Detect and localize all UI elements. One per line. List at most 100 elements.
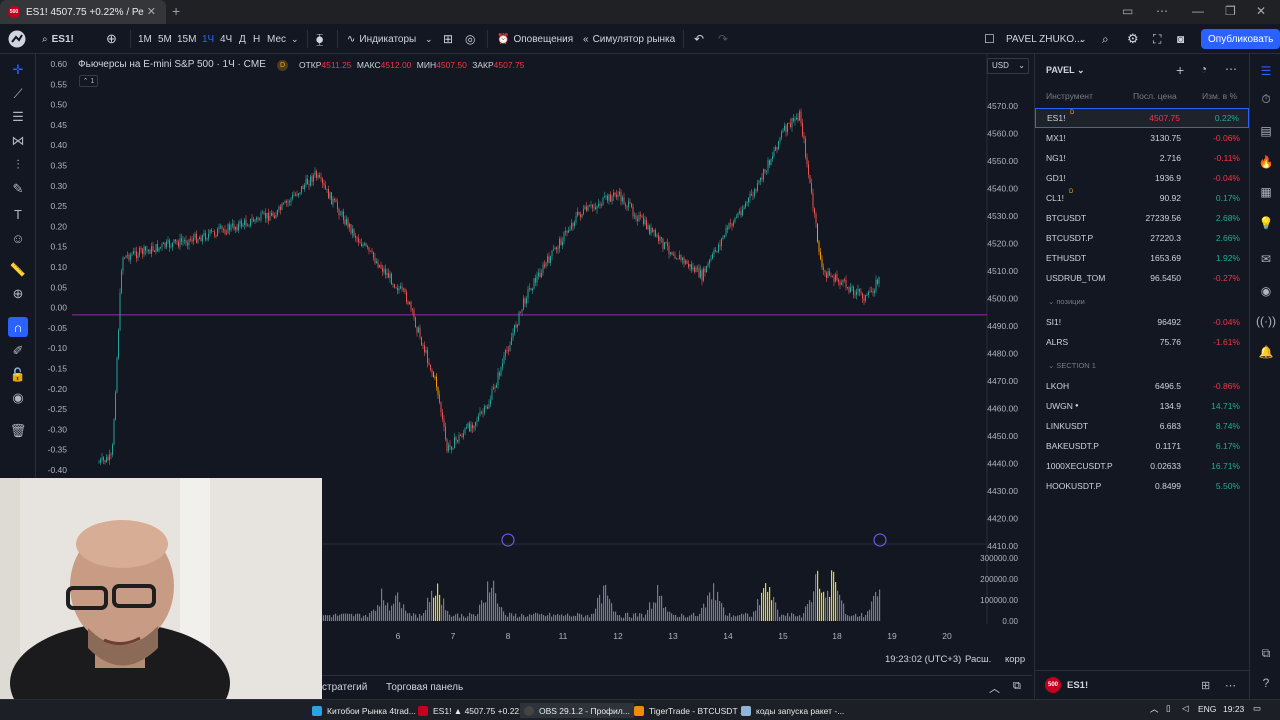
watchlist-row[interactable]: NG1! 2.716 -0.11%: [1035, 148, 1249, 168]
calendar-icon[interactable]: ▦: [1257, 183, 1275, 201]
stay-drawing-icon[interactable]: ✐: [8, 341, 28, 361]
currency-select[interactable]: USD ⌄: [987, 58, 1029, 74]
eye-icon[interactable]: ◉: [8, 388, 28, 408]
interval-1m[interactable]: 1M: [138, 30, 152, 48]
chevron-up-icon[interactable]: ︿: [989, 680, 1000, 696]
add-symbol-icon[interactable]: ⊕: [106, 30, 117, 48]
text-icon[interactable]: T: [8, 204, 28, 224]
column-last-price[interactable]: Посл. цена: [1133, 91, 1177, 101]
tab-strategy-tester[interactable]: стратегий: [322, 682, 367, 693]
tradingview-logo-icon[interactable]: [7, 30, 27, 48]
taskbar-clock[interactable]: 19:23: [1223, 704, 1244, 714]
interval-1h[interactable]: 1Ч: [202, 30, 214, 48]
pattern-icon[interactable]: ⋈: [8, 131, 28, 151]
interval-d[interactable]: Д: [239, 30, 246, 48]
indicators-button[interactable]: ∿ Индикаторы: [347, 30, 416, 48]
close-tab-icon[interactable]: ✕: [147, 5, 156, 18]
undo-icon[interactable]: ↶: [694, 30, 704, 48]
add-symbol-icon[interactable]: +: [1176, 62, 1184, 78]
section-positions-header[interactable]: ⌄ ПОЗИЦИИ: [1048, 297, 1085, 306]
cast-icon[interactable]: ▭: [1122, 4, 1133, 18]
restore-icon[interactable]: ❐: [1225, 4, 1236, 18]
indicators-dropdown-icon[interactable]: ⌄: [425, 30, 433, 48]
volume-icon[interactable]: ◁: [1182, 703, 1189, 714]
watchlist-row[interactable]: GD1! 1936.9 -0.04%: [1035, 168, 1249, 188]
browser-tab[interactable]: 500 ES1! 4507.75 +0.22% / Ре ✕: [0, 0, 166, 24]
more-options-icon[interactable]: ⋯: [1225, 62, 1237, 76]
quick-search-icon[interactable]: ⌕: [1102, 30, 1109, 48]
notification-center-icon[interactable]: ▭: [1253, 703, 1261, 714]
language-indicator[interactable]: ENG: [1198, 704, 1216, 714]
footer-more-icon[interactable]: ⋯: [1225, 679, 1236, 692]
tray-chevron-icon[interactable]: ︿: [1150, 703, 1159, 715]
watchlist-row[interactable]: BTCUSDT.P 27220.3 2.66%: [1035, 228, 1249, 248]
hotlist-icon[interactable]: 🔥: [1257, 153, 1275, 171]
watchlist-row[interactable]: HOOKUSDT.P 0.8499 5.50%: [1035, 476, 1249, 496]
column-change-percent[interactable]: Изм. в %: [1202, 91, 1237, 101]
watchlist-row[interactable]: CL1! D 90.92 0.17%: [1035, 188, 1249, 208]
interval-5m[interactable]: 5M: [158, 30, 172, 48]
alerts-button[interactable]: ⏰ Оповещения: [497, 30, 573, 48]
settings-gear-icon[interactable]: ⚙: [1127, 30, 1139, 48]
column-symbol[interactable]: Инструмент: [1046, 91, 1093, 101]
interval-15m[interactable]: 15M: [177, 30, 196, 48]
symbol-search[interactable]: ⌕ ES1!: [42, 30, 74, 48]
trash-icon[interactable]: 🗑: [8, 421, 28, 441]
broadcast-icon[interactable]: ((·)): [1256, 312, 1276, 330]
watchlist-title[interactable]: PAVEL ⌄: [1046, 65, 1085, 76]
horizontal-lines-icon[interactable]: ☰: [8, 107, 28, 127]
emoji-icon[interactable]: ☺: [8, 228, 28, 248]
taskbar-item-browser[interactable]: ES1! ▲ 4507.75 +0.22...: [414, 703, 530, 718]
watchlist-row[interactable]: BTCUSDT 27239.56 2.68%: [1035, 208, 1249, 228]
fib-icon[interactable]: ⫶: [8, 155, 28, 175]
camera-icon[interactable]: ◙: [1177, 30, 1184, 48]
replay-button[interactable]: « Симулятор рынка: [583, 30, 675, 48]
user-dropdown-icon[interactable]: ⌄: [1079, 30, 1087, 48]
zoom-icon[interactable]: ⊕: [8, 284, 28, 304]
close-window-icon[interactable]: ✕: [1256, 4, 1266, 18]
watchlist-row[interactable]: 1000XECUSDT.P 0.02633 16.71%: [1035, 456, 1249, 476]
watchlist-row[interactable]: ES1! D 4507.75 0.22%: [1035, 108, 1249, 128]
interval-dropdown-icon[interactable]: ⌄: [291, 30, 299, 48]
brush-icon[interactable]: ✎: [8, 179, 28, 199]
ideas-bulb-icon[interactable]: 💡: [1257, 214, 1275, 232]
taskbar-item-notes[interactable]: коды запуска ракет -...: [737, 703, 848, 718]
tab-trading-panel[interactable]: Торговая панель: [386, 682, 463, 693]
lock-icon[interactable]: 🔓: [8, 365, 28, 385]
symbol-details-footer[interactable]: 500 ES1! ⊞ ⋯: [1035, 670, 1249, 699]
watchlist-row[interactable]: UWGN ● 134.9 14.71%: [1035, 396, 1249, 416]
taskbar-item-tigertrade[interactable]: TigerTrade - BTCUSDT ...: [630, 703, 751, 718]
watchlist-row[interactable]: LINKUSDT 6.683 8.74%: [1035, 416, 1249, 436]
new-tab-button[interactable]: +: [172, 3, 180, 19]
taskbar-item-obs[interactable]: OBS 29.1.2 - Профил...: [520, 703, 634, 718]
watchlist-icon[interactable]: ☰: [1257, 62, 1275, 80]
collapse-legend-button[interactable]: ⌃ 1: [79, 75, 98, 87]
watchlist-row[interactable]: MX1! 3130.75 -0.06%: [1035, 128, 1249, 148]
taskbar-item-telegram[interactable]: Китобои Рынка 4trad...: [308, 703, 420, 718]
interval-month[interactable]: Мес: [267, 30, 286, 48]
maximize-panel-icon[interactable]: ⧉: [1013, 680, 1021, 693]
crosshair-icon[interactable]: ✛: [8, 60, 28, 80]
streams-icon[interactable]: ◉: [1257, 282, 1275, 300]
user-menu[interactable]: PAVEL ZHUKO...: [1006, 30, 1083, 48]
ruler-icon[interactable]: 📏: [8, 260, 28, 280]
adjust-toggle[interactable]: корр: [1005, 654, 1025, 665]
minimize-icon[interactable]: —: [1192, 4, 1204, 18]
watchlist-row[interactable]: USDRUB_TOM 96.5450 -0.27%: [1035, 268, 1249, 288]
templates-icon[interactable]: ◎: [465, 30, 475, 48]
watchlist-row[interactable]: SI1! 96492 -0.04%: [1035, 312, 1249, 332]
section-1-header[interactable]: ⌄ SECTION 1: [1048, 361, 1096, 370]
watchlist-row[interactable]: ETHUSDT 1653.69 1.92%: [1035, 248, 1249, 268]
extensions-icon[interactable]: ⋯: [1156, 4, 1168, 18]
fullscreen-icon[interactable]: ⛶: [1153, 30, 1161, 48]
network-icon[interactable]: ▯: [1166, 703, 1171, 714]
alerts-clock-icon[interactable]: ⏱: [1257, 90, 1275, 108]
watchlist-row[interactable]: ALRS 75.76 -1.61%: [1035, 332, 1249, 352]
chart-type-icon[interactable]: ⧳: [316, 30, 323, 48]
magnet-icon[interactable]: ∩: [8, 317, 28, 337]
extended-hours-toggle[interactable]: Расш.: [965, 654, 991, 665]
layout-grid-icon[interactable]: ⊞: [1201, 679, 1210, 692]
publish-button[interactable]: Опубликовать: [1201, 29, 1280, 49]
help-icon[interactable]: ?: [1257, 674, 1275, 692]
advanced-view-icon[interactable]: ◔: [1200, 62, 1207, 76]
